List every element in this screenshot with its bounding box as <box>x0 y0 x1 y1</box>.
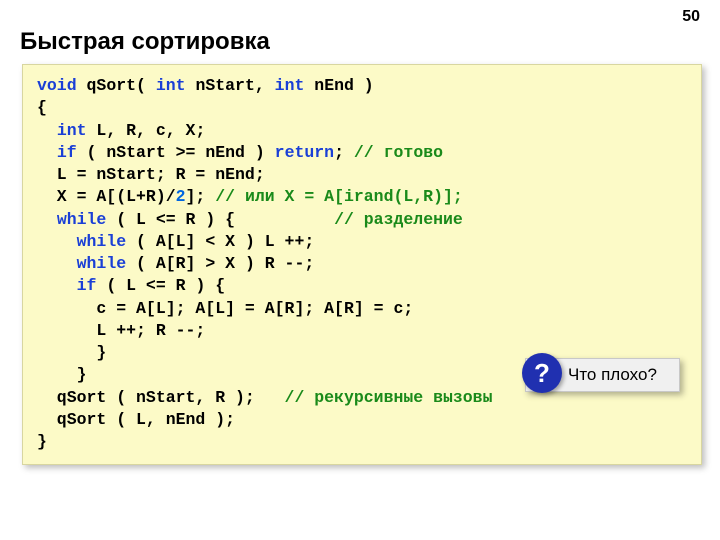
callout-text: Что плохо? <box>568 365 657 384</box>
kw-int: int <box>275 76 305 95</box>
code-text: c = A[L]; A[L] = A[R]; A[R] = c; <box>37 299 413 318</box>
code-text: ( A[R] > X ) R --; <box>126 254 314 273</box>
code-text: } <box>37 365 87 384</box>
code-text: L ++; R --; <box>37 321 205 340</box>
code-block: void qSort( int nStart, int nEnd ) { int… <box>22 64 702 465</box>
code-text: ( A[L] < X ) L ++; <box>126 232 314 251</box>
kw-int: int <box>57 121 87 140</box>
code-text: { <box>37 98 47 117</box>
page-number: 50 <box>682 8 700 26</box>
kw-if: if <box>77 276 97 295</box>
code-number: 2 <box>176 187 186 206</box>
kw-while: while <box>77 254 127 273</box>
code-comment: // готово <box>354 143 443 162</box>
code-text: } <box>37 343 106 362</box>
code-comment: // разделение <box>334 210 463 229</box>
code-text: ( L <= R ) { <box>106 210 334 229</box>
kw-void: void <box>37 76 77 95</box>
code-text: ; <box>334 143 354 162</box>
code-text: ( nStart >= nEnd ) <box>77 143 275 162</box>
slide-title: Быстрая сортировка <box>20 28 270 56</box>
kw-int: int <box>156 76 186 95</box>
code-text: } <box>37 432 47 451</box>
question-icon: ? <box>522 353 562 393</box>
kw-while: while <box>57 210 107 229</box>
code-text: qSort ( L, nEnd ); <box>37 410 235 429</box>
kw-return: return <box>275 143 334 162</box>
code-text: qSort ( nStart, R ); <box>37 388 285 407</box>
kw-while: while <box>77 232 127 251</box>
code-text: ]; <box>186 187 216 206</box>
code-comment: // рекурсивные вызовы <box>285 388 493 407</box>
code-text: L = nStart; R = nEnd; <box>37 165 265 184</box>
code-text: nStart, <box>186 76 275 95</box>
code-text: L, R, c, X; <box>87 121 206 140</box>
code-text: qSort( <box>77 76 156 95</box>
code-text: nEnd ) <box>304 76 373 95</box>
kw-if: if <box>57 143 77 162</box>
code-text: ( L <= R ) { <box>96 276 225 295</box>
code-text: X = A[(L+R)/ <box>37 187 176 206</box>
callout-box: ? Что плохо? <box>525 358 680 392</box>
code-comment: // или X = A[irand(L,R)]; <box>215 187 463 206</box>
